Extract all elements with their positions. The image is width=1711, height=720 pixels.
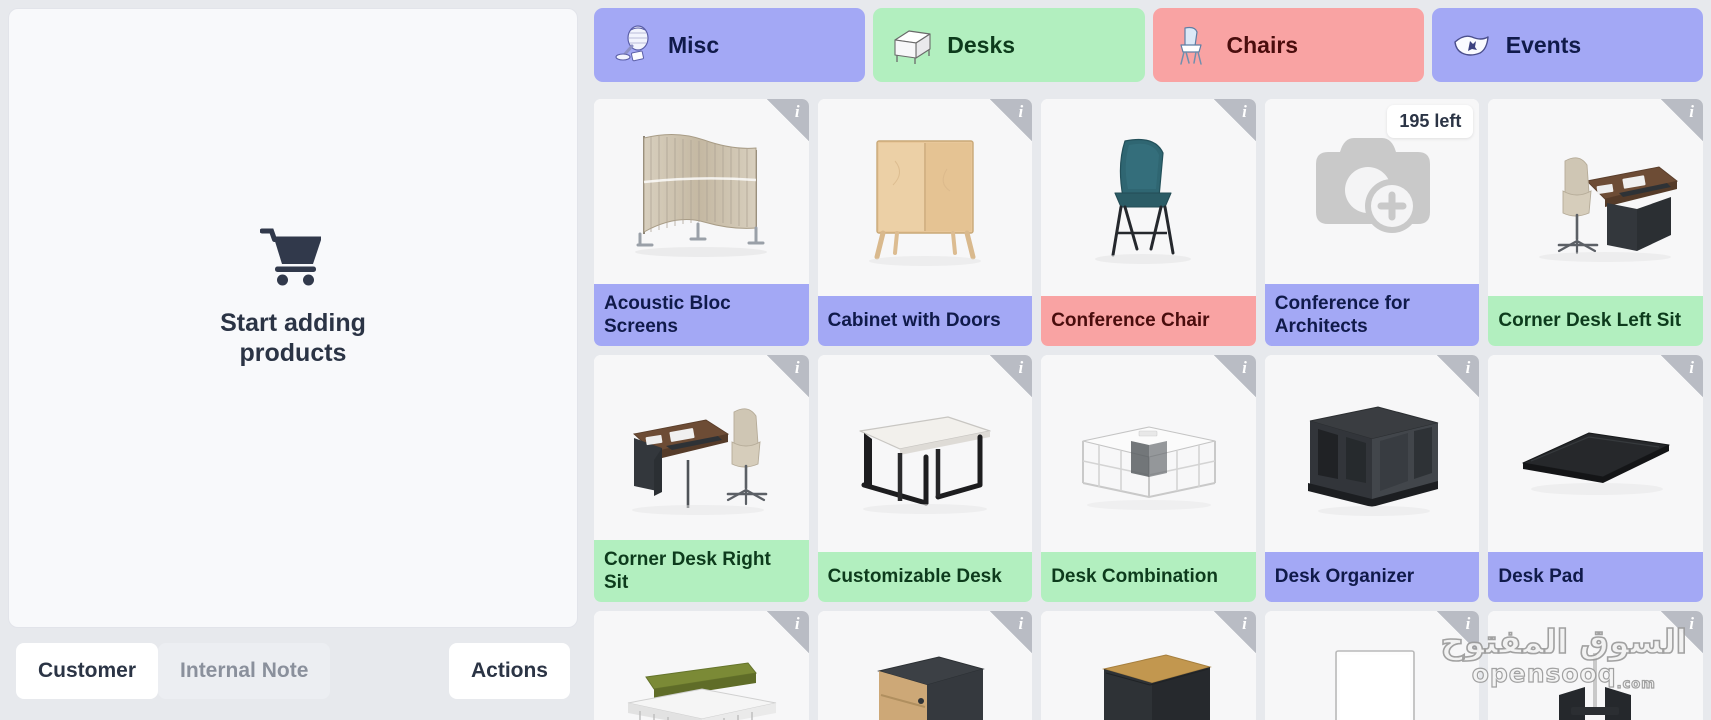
empty-cart-label: Start adding products <box>220 309 366 367</box>
product-name: Cabinet with Doors <box>817 296 1033 346</box>
product-name: Desk Combination <box>1041 552 1256 602</box>
info-icon[interactable]: i <box>766 99 809 141</box>
category-button-misc[interactable]: Misc <box>594 8 866 82</box>
product-name: Conference for Architects <box>1264 283 1480 346</box>
category-bar: Misc Desks Chairs Events <box>590 0 1711 90</box>
info-icon[interactable]: i <box>990 355 1033 397</box>
internal-note-button[interactable]: Internal Note <box>158 643 331 699</box>
desk-icon <box>891 24 933 66</box>
product-card[interactable]: i <box>594 611 809 720</box>
product-card[interactable]: i Desk Combination <box>1041 355 1256 602</box>
product-name: Corner Desk Right Sit <box>594 539 809 602</box>
customer-button[interactable]: Customer <box>16 643 159 699</box>
order-lines-card: Start adding products <box>8 8 578 628</box>
category-label-chairs: Chairs <box>1226 31 1299 58</box>
empty-cart-state: Start adding products <box>183 228 403 368</box>
ticket-icon <box>1450 24 1492 66</box>
desk-lamp-icon <box>612 24 654 66</box>
product-card[interactable]: i Customizable Desk <box>817 355 1033 602</box>
order-action-bar: Customer Internal Note Actions <box>8 640 578 720</box>
category-label-misc: Misc <box>668 31 720 58</box>
info-icon[interactable]: i <box>1213 355 1256 397</box>
product-card[interactable]: i <box>1488 611 1703 720</box>
product-browser: Misc Desks Chairs Events i Acoustic Bloc… <box>586 0 1711 720</box>
info-icon[interactable]: i <box>990 99 1033 141</box>
product-card[interactable]: i Acoustic Bloc Screens <box>594 99 809 346</box>
product-name: Acoustic Bloc Screens <box>594 283 809 346</box>
info-icon[interactable]: i <box>766 611 809 653</box>
product-name: Desk Organizer <box>1264 552 1480 602</box>
info-icon[interactable]: i <box>766 355 809 397</box>
order-panel: Start adding products Customer Internal … <box>0 0 586 720</box>
product-card[interactable]: i Corner Desk Right Sit <box>594 355 809 602</box>
category-label-desks: Desks <box>947 31 1016 58</box>
chair-icon <box>1171 24 1213 66</box>
info-icon[interactable]: i <box>1437 355 1480 397</box>
info-icon[interactable]: i <box>1213 99 1256 141</box>
info-icon[interactable]: i <box>990 611 1033 653</box>
product-card[interactable]: i Cabinet with Doors <box>817 99 1033 346</box>
product-name: Desk Pad <box>1488 552 1703 602</box>
category-button-events[interactable]: Events <box>1431 8 1703 82</box>
product-card[interactable]: i Desk Organizer <box>1264 355 1480 602</box>
category-button-desks[interactable]: Desks <box>873 8 1145 82</box>
product-card[interactable]: i <box>1041 611 1256 720</box>
actions-button[interactable]: Actions <box>448 643 570 699</box>
category-button-chairs[interactable]: Chairs <box>1152 8 1424 82</box>
info-icon[interactable]: i <box>1213 611 1256 653</box>
product-card[interactable]: i Corner Desk Left Sit <box>1488 99 1703 346</box>
product-name: Conference Chair <box>1041 296 1256 346</box>
product-card[interactable]: i <box>1264 611 1480 720</box>
product-card[interactable]: 195 left Conference for Architects <box>1264 99 1480 346</box>
shopping-cart-icon <box>259 228 326 293</box>
product-name: Customizable Desk <box>817 552 1033 602</box>
info-icon[interactable]: i <box>1661 355 1703 397</box>
product-grid: i Acoustic Bloc Screens i Cabinet with D… <box>590 90 1711 720</box>
product-card[interactable]: i Desk Pad <box>1488 355 1703 602</box>
product-name: Corner Desk Left Sit <box>1488 296 1703 346</box>
stock-badge: 195 left <box>1387 105 1474 138</box>
info-icon[interactable]: i <box>1661 611 1703 653</box>
category-label-events: Events <box>1505 31 1582 58</box>
info-icon[interactable]: i <box>1437 611 1480 653</box>
pos-screen: Start adding products Customer Internal … <box>0 0 1711 720</box>
product-card[interactable]: i Conference Chair <box>1041 99 1256 346</box>
product-card[interactable]: i <box>817 611 1033 720</box>
info-icon[interactable]: i <box>1661 99 1703 141</box>
